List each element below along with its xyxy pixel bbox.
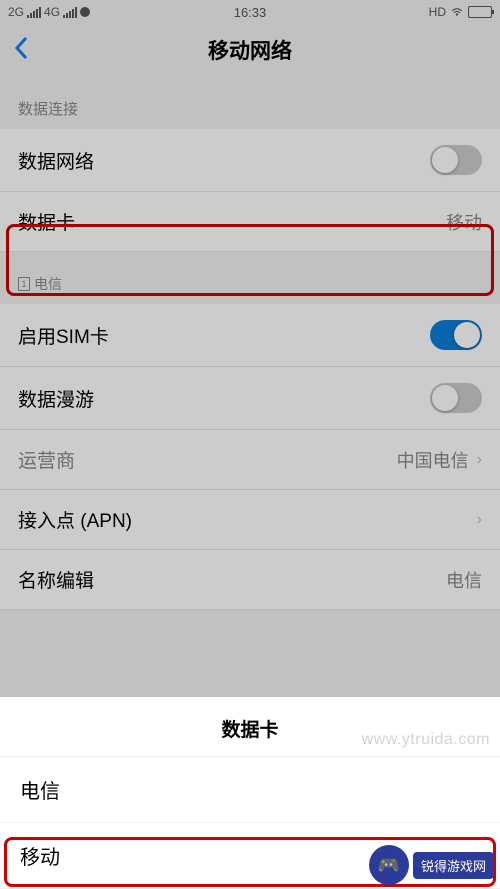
gamepad-icon: 🎮 [369,845,409,885]
watermark-site: 锐得游戏网 [413,852,494,879]
sheet-title: 数据卡 [0,697,500,757]
watermark-logo: 🎮 锐得游戏网 [369,845,494,885]
sheet-option-telecom[interactable]: 电信 [0,757,500,823]
